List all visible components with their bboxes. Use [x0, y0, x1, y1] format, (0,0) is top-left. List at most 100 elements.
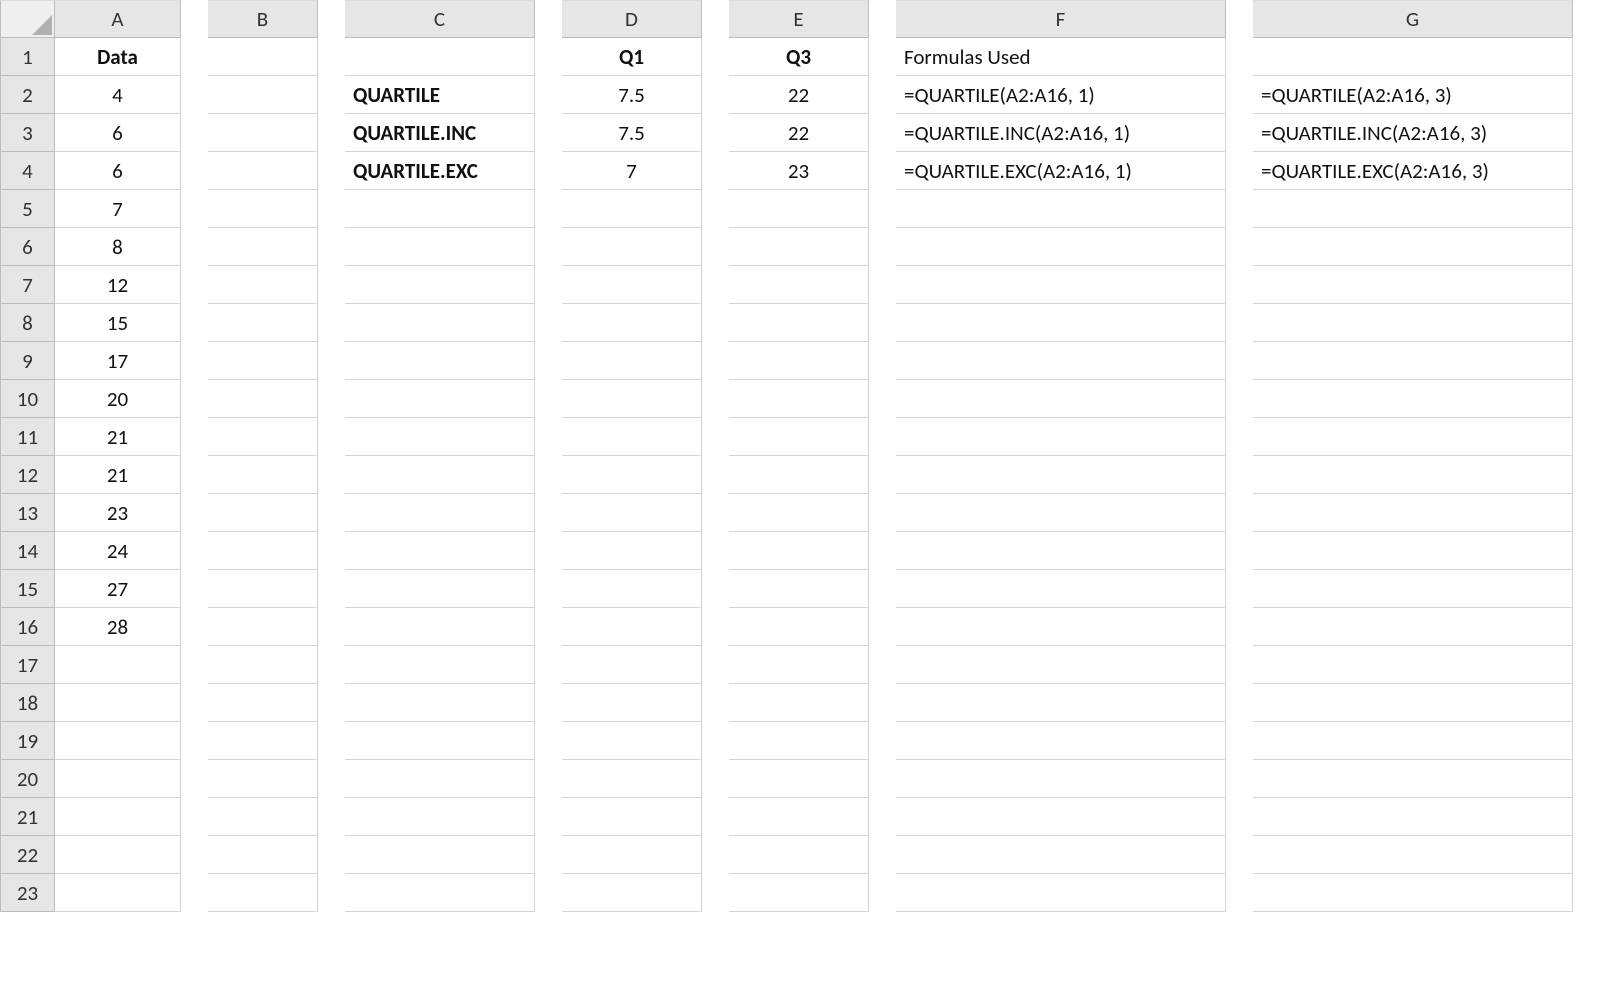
cell-B1[interactable] — [208, 38, 318, 76]
cell-F16[interactable] — [896, 608, 1226, 646]
cell-D4[interactable]: 7 — [562, 152, 702, 190]
cell-A12[interactable]: 21 — [55, 456, 181, 494]
cell-F2[interactable]: =QUARTILE(A2:A16, 1) — [896, 76, 1226, 114]
cell-B2[interactable] — [208, 76, 318, 114]
cell-D16[interactable] — [562, 608, 702, 646]
cell-D20[interactable] — [562, 760, 702, 798]
cell-C17[interactable] — [345, 646, 535, 684]
cell-F17[interactable] — [896, 646, 1226, 684]
cell-E8[interactable] — [729, 304, 869, 342]
row-header-17[interactable]: 17 — [0, 646, 55, 684]
cell-E14[interactable] — [729, 532, 869, 570]
cell-G3[interactable]: =QUARTILE.INC(A2:A16, 3) — [1253, 114, 1573, 152]
cell-G1[interactable] — [1253, 38, 1573, 76]
cell-A22[interactable] — [55, 836, 181, 874]
cell-A1[interactable]: Data — [55, 38, 181, 76]
cell-E17[interactable] — [729, 646, 869, 684]
cell-D14[interactable] — [562, 532, 702, 570]
cell-G19[interactable] — [1253, 722, 1573, 760]
cell-E19[interactable] — [729, 722, 869, 760]
row-header-8[interactable]: 8 — [0, 304, 55, 342]
cell-B10[interactable] — [208, 380, 318, 418]
cell-G23[interactable] — [1253, 874, 1573, 912]
column-header-A[interactable]: A — [55, 0, 181, 38]
cell-A20[interactable] — [55, 760, 181, 798]
cell-A23[interactable] — [55, 874, 181, 912]
cell-E11[interactable] — [729, 418, 869, 456]
cell-F6[interactable] — [896, 228, 1226, 266]
cell-F14[interactable] — [896, 532, 1226, 570]
cell-G17[interactable] — [1253, 646, 1573, 684]
column-header-C[interactable]: C — [345, 0, 535, 38]
cell-E9[interactable] — [729, 342, 869, 380]
cell-F22[interactable] — [896, 836, 1226, 874]
cell-E20[interactable] — [729, 760, 869, 798]
cell-C13[interactable] — [345, 494, 535, 532]
cell-A15[interactable]: 27 — [55, 570, 181, 608]
row-header-11[interactable]: 11 — [0, 418, 55, 456]
row-header-16[interactable]: 16 — [0, 608, 55, 646]
cell-G11[interactable] — [1253, 418, 1573, 456]
cell-C14[interactable] — [345, 532, 535, 570]
row-header-5[interactable]: 5 — [0, 190, 55, 228]
cell-C8[interactable] — [345, 304, 535, 342]
cell-B15[interactable] — [208, 570, 318, 608]
cell-E4[interactable]: 23 — [729, 152, 869, 190]
cell-F11[interactable] — [896, 418, 1226, 456]
cell-C2[interactable]: QUARTILE — [345, 76, 535, 114]
row-header-4[interactable]: 4 — [0, 152, 55, 190]
cell-B5[interactable] — [208, 190, 318, 228]
cell-G21[interactable] — [1253, 798, 1573, 836]
cell-B18[interactable] — [208, 684, 318, 722]
row-header-15[interactable]: 15 — [0, 570, 55, 608]
cell-D23[interactable] — [562, 874, 702, 912]
cell-B9[interactable] — [208, 342, 318, 380]
cell-G5[interactable] — [1253, 190, 1573, 228]
cell-D5[interactable] — [562, 190, 702, 228]
cell-F7[interactable] — [896, 266, 1226, 304]
cell-C7[interactable] — [345, 266, 535, 304]
cell-F12[interactable] — [896, 456, 1226, 494]
cell-E23[interactable] — [729, 874, 869, 912]
cell-C11[interactable] — [345, 418, 535, 456]
cell-G16[interactable] — [1253, 608, 1573, 646]
cell-F1[interactable]: Formulas Used — [896, 38, 1226, 76]
cell-A13[interactable]: 23 — [55, 494, 181, 532]
cell-B20[interactable] — [208, 760, 318, 798]
cell-C4[interactable]: QUARTILE.EXC — [345, 152, 535, 190]
cell-E21[interactable] — [729, 798, 869, 836]
column-header-D[interactable]: D — [562, 0, 702, 38]
row-header-18[interactable]: 18 — [0, 684, 55, 722]
column-header-G[interactable]: G — [1253, 0, 1573, 38]
cell-A3[interactable]: 6 — [55, 114, 181, 152]
row-header-7[interactable]: 7 — [0, 266, 55, 304]
cell-D19[interactable] — [562, 722, 702, 760]
cell-E12[interactable] — [729, 456, 869, 494]
cell-E13[interactable] — [729, 494, 869, 532]
cell-F8[interactable] — [896, 304, 1226, 342]
row-header-2[interactable]: 2 — [0, 76, 55, 114]
cell-D17[interactable] — [562, 646, 702, 684]
cell-A16[interactable]: 28 — [55, 608, 181, 646]
cell-D11[interactable] — [562, 418, 702, 456]
cell-A6[interactable]: 8 — [55, 228, 181, 266]
row-header-21[interactable]: 21 — [0, 798, 55, 836]
cell-G18[interactable] — [1253, 684, 1573, 722]
row-header-12[interactable]: 12 — [0, 456, 55, 494]
cell-C10[interactable] — [345, 380, 535, 418]
cell-A14[interactable]: 24 — [55, 532, 181, 570]
cell-A9[interactable]: 17 — [55, 342, 181, 380]
cell-G22[interactable] — [1253, 836, 1573, 874]
cell-F20[interactable] — [896, 760, 1226, 798]
cell-F3[interactable]: =QUARTILE.INC(A2:A16, 1) — [896, 114, 1226, 152]
cell-B16[interactable] — [208, 608, 318, 646]
row-header-9[interactable]: 9 — [0, 342, 55, 380]
cell-C1[interactable] — [345, 38, 535, 76]
cell-D1[interactable]: Q1 — [562, 38, 702, 76]
cell-E15[interactable] — [729, 570, 869, 608]
row-header-6[interactable]: 6 — [0, 228, 55, 266]
cell-B4[interactable] — [208, 152, 318, 190]
cell-D8[interactable] — [562, 304, 702, 342]
cell-A17[interactable] — [55, 646, 181, 684]
row-header-19[interactable]: 19 — [0, 722, 55, 760]
